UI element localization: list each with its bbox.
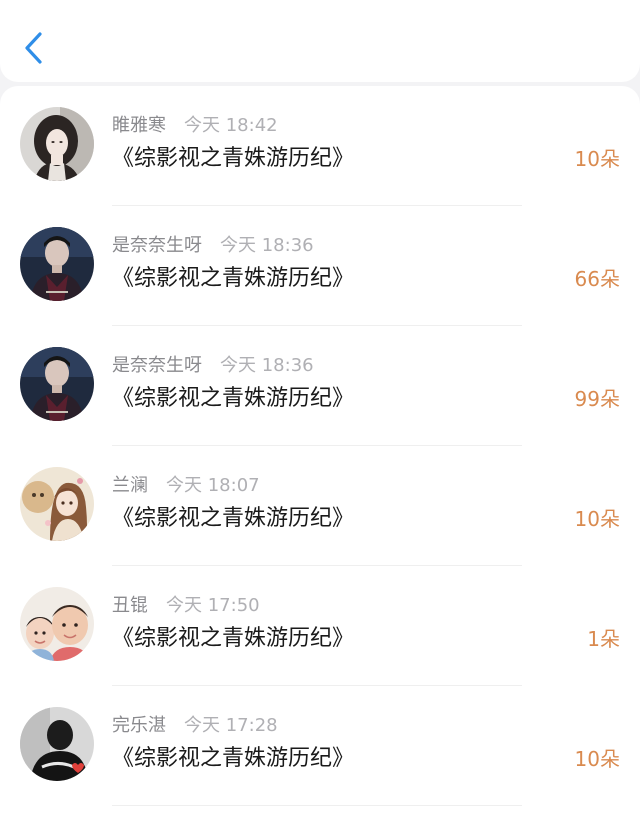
- list-item[interactable]: 是奈奈生呀 今天 18:36 《综影视之青姝游历纪》 99朵: [0, 326, 640, 446]
- man-in-costume-avatar[interactable]: [20, 227, 94, 301]
- gift-record-list: 睢雅寒 今天 18:42 《综影视之青姝游历纪》 10朵 是奈奈生呀 今天 18:3…: [0, 86, 640, 815]
- flower-amount: 1朵: [587, 627, 620, 651]
- book-title: 《综影视之青姝游历纪》: [112, 746, 355, 771]
- sender-name[interactable]: 丑锟: [112, 595, 148, 616]
- send-time: 今天 18:36: [220, 355, 314, 376]
- send-time: 今天 18:07: [166, 475, 260, 496]
- sender-name[interactable]: 睢雅寒: [112, 115, 166, 136]
- anime-girl-with-lion-avatar[interactable]: [20, 467, 94, 541]
- sender-meta: 睢雅寒 今天 18:42: [112, 114, 278, 138]
- list-item[interactable]: 完乐湛 今天 17:28 《综影视之青姝游历纪》 10朵: [0, 686, 640, 806]
- list-item[interactable]: 兰澜 今天 18:07 《综影视之青姝游历纪》 10朵: [0, 446, 640, 566]
- sender-meta: 完乐湛 今天 17:28: [112, 714, 278, 738]
- sender-meta: 兰澜 今天 18:07: [112, 474, 260, 498]
- sender-name[interactable]: 兰澜: [112, 475, 148, 496]
- divider: [112, 805, 522, 806]
- book-title: 《综影视之青姝游历纪》: [112, 626, 355, 651]
- sender-meta: 丑锟 今天 17:50: [112, 594, 260, 618]
- girl-portrait-avatar[interactable]: [20, 107, 94, 181]
- sender-name[interactable]: 是奈奈生呀: [112, 355, 202, 376]
- list-item[interactable]: 睢雅寒 今天 18:42 《综影视之青姝游历纪》 10朵: [0, 86, 640, 206]
- sender-name[interactable]: 完乐湛: [112, 715, 166, 736]
- two-children-avatar[interactable]: [20, 587, 94, 661]
- man-in-costume-avatar[interactable]: [20, 347, 94, 421]
- flower-amount: 66朵: [574, 267, 620, 291]
- flower-amount: 99朵: [574, 387, 620, 411]
- sender-name[interactable]: 是奈奈生呀: [112, 235, 202, 256]
- top-bar: [0, 0, 640, 82]
- list-item[interactable]: 丑锟 今天 17:50 《综影视之青姝游历纪》 1朵: [0, 566, 640, 686]
- back-button[interactable]: [14, 26, 54, 70]
- book-title: 《综影视之青姝游历纪》: [112, 386, 355, 411]
- send-time: 今天 18:36: [220, 235, 314, 256]
- book-title: 《综影视之青姝游历纪》: [112, 146, 355, 171]
- send-time: 今天 17:50: [166, 595, 260, 616]
- flower-amount: 10朵: [574, 747, 620, 771]
- flower-amount: 10朵: [574, 147, 620, 171]
- sender-meta: 是奈奈生呀 今天 18:36: [112, 354, 314, 378]
- book-title: 《综影视之青姝游历纪》: [112, 506, 355, 531]
- dark-silhouette-avatar[interactable]: [20, 707, 94, 781]
- send-time: 今天 18:42: [184, 115, 278, 136]
- list-item[interactable]: 是奈奈生呀 今天 18:36 《综影视之青姝游历纪》 66朵: [0, 206, 640, 326]
- sender-meta: 是奈奈生呀 今天 18:36: [112, 234, 314, 258]
- book-title: 《综影视之青姝游历纪》: [112, 266, 355, 291]
- send-time: 今天 17:28: [184, 715, 278, 736]
- flower-amount: 10朵: [574, 507, 620, 531]
- chevron-left-icon: [25, 32, 42, 64]
